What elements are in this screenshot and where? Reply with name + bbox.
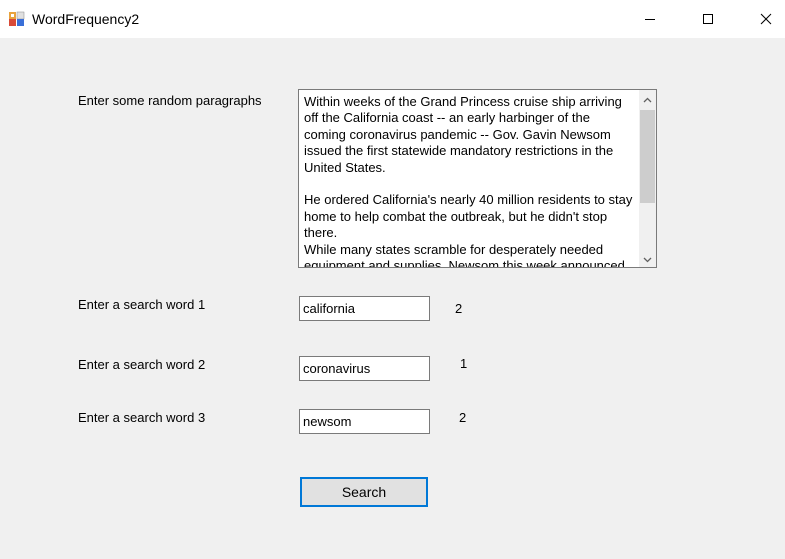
chevron-up-icon — [643, 90, 652, 108]
search-word-1-input[interactable]: california — [299, 296, 430, 321]
search-button[interactable]: Search — [300, 477, 428, 507]
search-word-3-count: 2 — [459, 410, 467, 425]
search-word-1-label: Enter a search word 1 — [78, 297, 206, 312]
app-icon — [9, 11, 25, 27]
maximize-button[interactable] — [685, 0, 731, 38]
scroll-up-button[interactable] — [639, 90, 656, 107]
search-word-2-input[interactable]: coronavirus — [299, 356, 430, 381]
main-window: WordFrequency2 Enter some random paragra… — [0, 0, 785, 559]
minimize-button[interactable] — [627, 0, 673, 38]
paragraphs-label: Enter some random paragraphs — [78, 93, 262, 108]
chevron-down-icon — [643, 250, 652, 268]
search-word-2-count: 1 — [460, 356, 468, 371]
scroll-thumb[interactable] — [640, 110, 655, 203]
search-word-3-input[interactable]: newsom — [299, 409, 430, 434]
paragraphs-text[interactable]: Within weeks of the Grand Princess cruis… — [304, 94, 634, 267]
maximize-icon — [702, 13, 714, 25]
title-bar[interactable]: WordFrequency2 — [0, 0, 785, 38]
close-icon — [760, 13, 772, 25]
vertical-scrollbar[interactable] — [639, 90, 656, 267]
close-button[interactable] — [743, 0, 785, 38]
search-word-3-label: Enter a search word 3 — [78, 410, 206, 425]
window-title: WordFrequency2 — [32, 11, 140, 27]
search-word-2-label: Enter a search word 2 — [78, 357, 206, 372]
scroll-down-button[interactable] — [639, 250, 656, 267]
search-word-1-count: 2 — [455, 301, 463, 316]
minimize-icon — [644, 13, 656, 25]
paragraphs-textarea[interactable]: Within weeks of the Grand Princess cruis… — [298, 89, 657, 268]
